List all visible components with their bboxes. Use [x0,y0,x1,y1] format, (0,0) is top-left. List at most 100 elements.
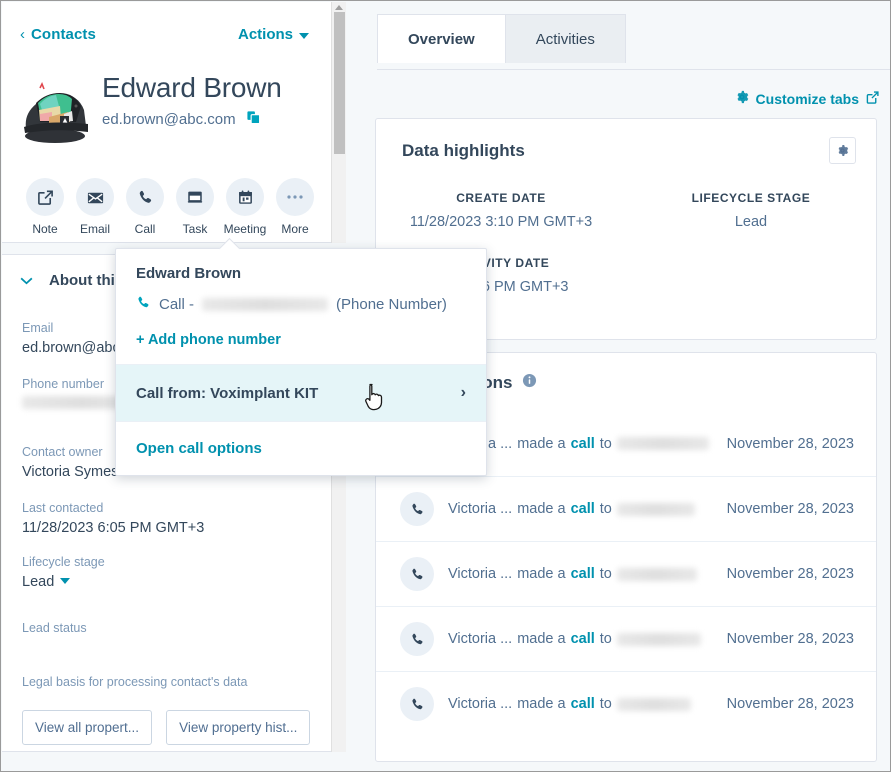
highlight-label: CREATE DATE [456,191,546,205]
preposition: to [599,566,612,582]
crm-contact-record-page: ‹ Contacts Actions Edward Brown ed.brown… [0,0,891,772]
highlight-empty [626,256,876,295]
property-value[interactable]: Lead [22,574,322,590]
scroll-up-arrow-icon[interactable] [335,5,343,10]
action-link[interactable]: call [571,436,595,452]
data-highlights-settings-button[interactable] [829,137,856,164]
redacted-target [616,697,691,711]
verb: made a [517,435,566,452]
highlight-create-date: CREATE DATE 11/28/2023 3:10 PM GMT+3 [376,191,626,230]
action-link[interactable]: call [571,631,595,647]
quick-action-label: More [281,222,309,236]
data-highlights-title: Data highlights [402,141,525,160]
page-title: Edward Brown [102,72,282,103]
copy-icon[interactable] [246,110,261,128]
call-from-label: Call from: Voximplant KIT [136,384,319,402]
quick-action-more[interactable]: More [270,178,320,236]
popup-call-suffix: (Phone Number) [336,296,447,313]
quick-action-label: Note [32,222,58,236]
property-lifecycle-stage: Lifecycle stage Lead [22,555,322,590]
property-label: Lifecycle stage [22,555,105,569]
call-popup: Edward Brown Call - (Phone Number) + Add… [115,237,487,476]
verb: made a [517,696,566,712]
property-legal-basis: Legal basis for processing contact's dat… [22,675,322,694]
chevron-down-icon [60,578,71,584]
call-icon [126,178,164,216]
preposition: to [599,696,612,712]
verb: made a [517,631,566,647]
call-icon [136,295,151,314]
breadcrumb-contacts-link[interactable]: Contacts [31,26,96,43]
data-highlights-row: CREATE DATE 11/28/2023 3:10 PM GMT+3 LIF… [376,191,876,230]
popup-call-prefix: Call - [159,296,195,313]
quick-actions-bar: Note Email Call Task Meeting More [20,178,320,236]
about-section-header[interactable]: About this [20,272,123,289]
call-icon [400,492,434,526]
quick-action-call[interactable]: Call [120,178,170,236]
popup-call-number-row[interactable]: Call - (Phone Number) [116,286,486,318]
highlight-lifecycle-stage: LIFECYCLE STAGE Lead [626,191,876,230]
property-value[interactable]: 11/28/2023 6:05 PM GMT+3 [22,520,322,536]
gear-icon [735,90,749,107]
property-label: Legal basis for processing contact's dat… [22,675,248,689]
open-call-options-link[interactable]: Open call options [116,421,486,475]
actor-name: Victoria ... [448,696,513,712]
preposition: to [599,501,612,517]
call-icon [400,687,434,721]
quick-action-task[interactable]: Task [170,178,220,236]
chevron-down-icon [299,32,309,39]
communication-date: November 28, 2023 [726,435,854,452]
about-section-title: About this [49,272,124,289]
sidebar-scrollbar-top[interactable] [331,2,346,243]
highlight-label: LIFECYCLE STAGE [691,191,811,205]
communication-summary: Victoria ... made a call to [448,436,727,452]
add-phone-number-link[interactable]: + Add phone number [116,318,486,364]
property-lead-status: Lead status [22,621,322,640]
action-link[interactable]: call [571,501,595,517]
breadcrumb[interactable]: ‹ Contacts [20,26,96,43]
customize-tabs-label: Customize tabs [755,90,859,107]
table-row[interactable]: Victoria ... made a call to November 28,… [376,606,876,671]
view-all-properties-button[interactable]: View all propert... [22,710,153,745]
customize-tabs-link[interactable]: Customize tabs [735,90,879,107]
view-property-history-button[interactable]: View property hist... [166,710,311,745]
communication-summary: Victoria ... made a call to [448,566,727,582]
preposition: to [599,631,612,647]
property-last-contacted: Last contacted 11/28/2023 6:05 PM GMT+3 [22,501,322,536]
communication-date: November 28, 2023 [726,566,854,582]
quick-action-note[interactable]: Note [20,178,70,236]
redacted-target [616,437,709,450]
action-link[interactable]: call [571,696,595,712]
tab-overview[interactable]: Overview [377,14,506,63]
verb: made a [517,501,566,517]
actions-dropdown-button[interactable]: Actions [238,26,309,43]
back-chevron-icon: ‹ [20,26,25,43]
table-row[interactable]: Victoria ... made a call to November 28,… [376,476,876,541]
contact-header-card: ‹ Contacts Actions Edward Brown ed.brown… [2,2,331,243]
quick-action-email[interactable]: Email [70,178,120,236]
info-icon[interactable] [522,373,537,393]
contact-email: ed.brown@abc.com [102,110,236,128]
tab-activities[interactable]: Activities [505,14,626,63]
tab-bar: Overview Activities [377,14,626,63]
communication-date: November 28, 2023 [726,631,854,647]
verb: made a [517,566,566,582]
actions-label: Actions [237,26,293,43]
quick-action-label: Task [182,222,208,236]
property-label: Last contacted [22,501,104,515]
quick-action-label: Meeting [223,222,267,236]
redacted-phone-number [202,298,329,311]
tab-underline [377,69,890,70]
note-icon [26,178,64,216]
scrollbar-thumb[interactable] [334,12,345,154]
communication-summary: Victoria ... made a call to [448,696,727,712]
action-link[interactable]: call [571,566,595,582]
lifecycle-stage-value: Lead [22,574,55,590]
communication-date: November 28, 2023 [726,501,854,517]
quick-action-meeting[interactable]: Meeting [220,178,270,236]
table-row[interactable]: Victoria ... made a call to November 28,… [376,671,876,736]
actor-name: Victoria ... [448,566,513,582]
redacted-target [616,567,697,581]
call-from-option[interactable]: Call from: Voximplant KIT › [116,364,486,421]
table-row[interactable]: Victoria ... made a call to November 28,… [376,541,876,606]
